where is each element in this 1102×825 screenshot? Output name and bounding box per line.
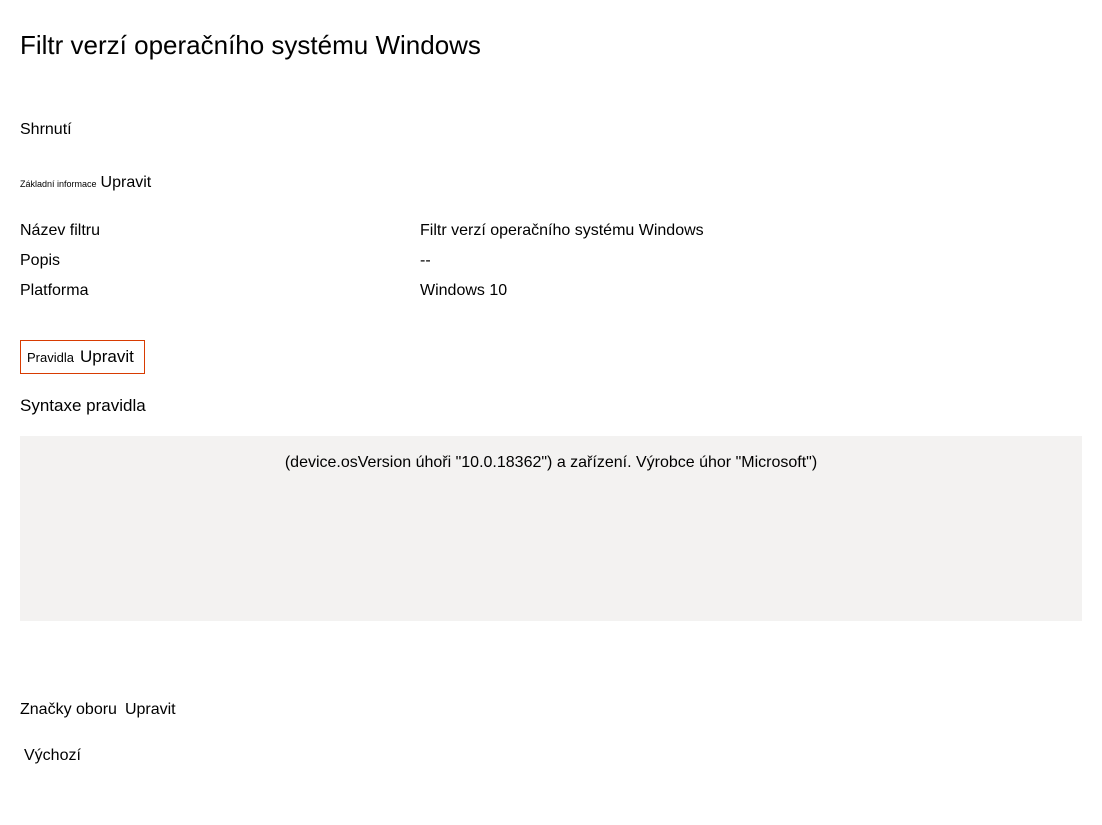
description-label: Popis (20, 252, 420, 270)
platform-label: Platforma (20, 282, 420, 300)
basic-info-label: Základní informace (20, 179, 97, 189)
scope-edit-link[interactable]: Upravit (125, 701, 176, 719)
scope-label: Značky oboru (20, 701, 117, 719)
syntax-label: Syntaxe pravidla (20, 396, 1082, 416)
platform-value: Windows 10 (420, 282, 507, 300)
filter-name-label: Název filtru (20, 222, 420, 240)
summary-header: Shrnutí (20, 121, 1082, 139)
page-title: Filtr verzí operačního systému Windows (20, 30, 1082, 61)
info-row-platform: Platforma Windows 10 (20, 282, 1082, 300)
info-row-filter-name: Název filtru Filtr verzí operačního syst… (20, 222, 1082, 240)
syntax-box: (device.osVersion úhoři "10.0.18362") a … (20, 436, 1082, 621)
rules-section-header: Pravidla Upravit (20, 340, 145, 374)
info-row-description: Popis -- (20, 252, 1082, 270)
filter-name-value: Filtr verzí operačního systému Windows (420, 222, 704, 240)
basic-info-edit-link[interactable]: Upravit (101, 174, 152, 192)
rules-label: Pravidla (27, 350, 74, 365)
basic-info-section: Základní informace Upravit (20, 174, 1082, 192)
description-value: -- (420, 252, 431, 270)
rules-edit-link[interactable]: Upravit (80, 347, 134, 367)
info-table: Název filtru Filtr verzí operačního syst… (20, 222, 1082, 300)
scope-tags-section: Značky oboru Upravit (20, 701, 1082, 719)
scope-value: Výchozí (24, 747, 1082, 765)
